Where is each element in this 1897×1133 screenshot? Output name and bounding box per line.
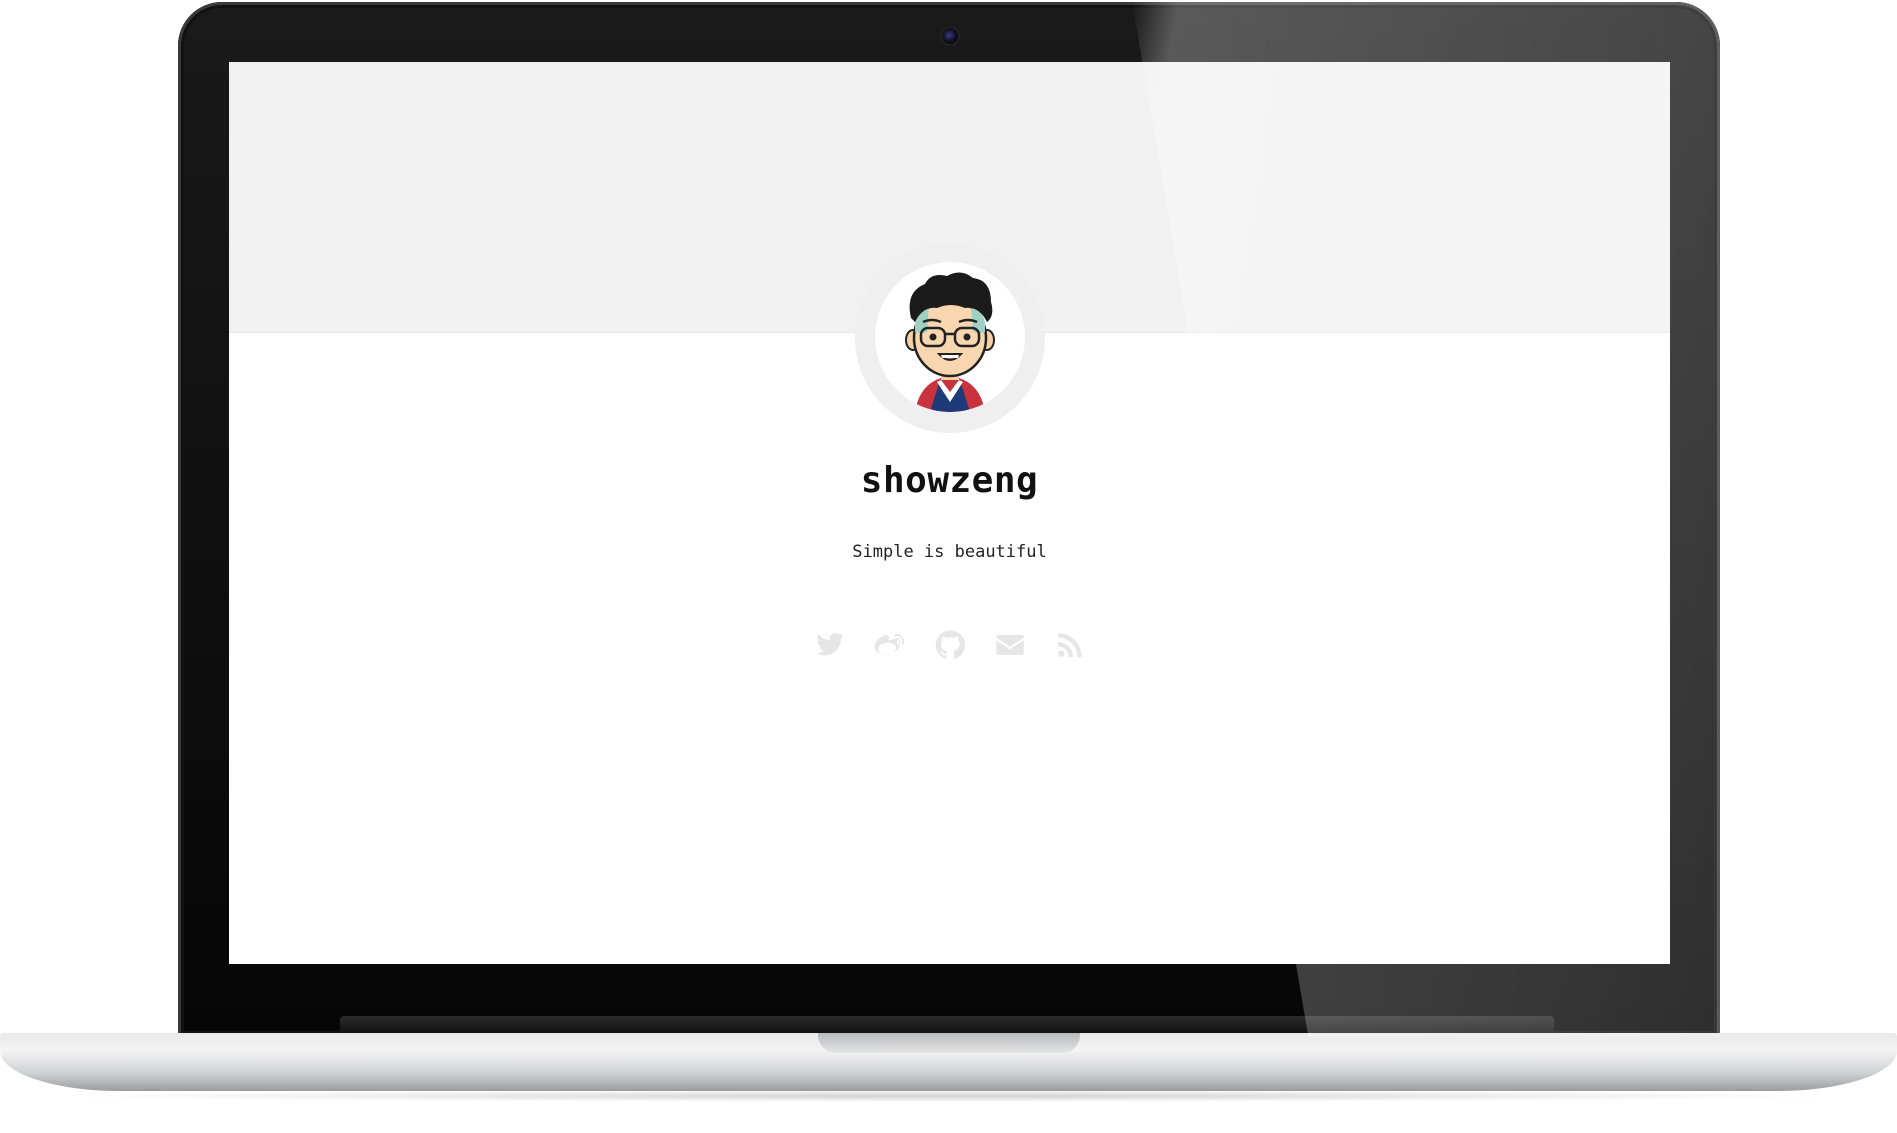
profile-motto: Simple is beautiful xyxy=(852,542,1047,562)
laptop-shadow xyxy=(40,1090,1857,1102)
github-link[interactable] xyxy=(935,630,965,660)
laptop-screen: showzeng Simple is beautiful xyxy=(229,62,1670,964)
social-links xyxy=(229,630,1670,660)
twitter-icon xyxy=(815,633,844,656)
github-icon xyxy=(935,630,965,659)
webcam-icon xyxy=(942,28,958,44)
laptop-hinge xyxy=(340,1016,1554,1034)
rss-link[interactable] xyxy=(1055,630,1085,660)
twitter-link[interactable] xyxy=(815,630,845,660)
laptop-notch xyxy=(818,1033,1080,1053)
weibo-icon xyxy=(874,634,904,655)
weibo-link[interactable] xyxy=(874,630,905,660)
mail-link[interactable] xyxy=(995,630,1025,660)
mail-icon xyxy=(995,635,1024,655)
rss-icon xyxy=(1057,633,1082,657)
avatar[interactable] xyxy=(875,262,1025,412)
profile-name: showzeng xyxy=(860,460,1039,501)
avatar-illustration xyxy=(905,272,995,412)
